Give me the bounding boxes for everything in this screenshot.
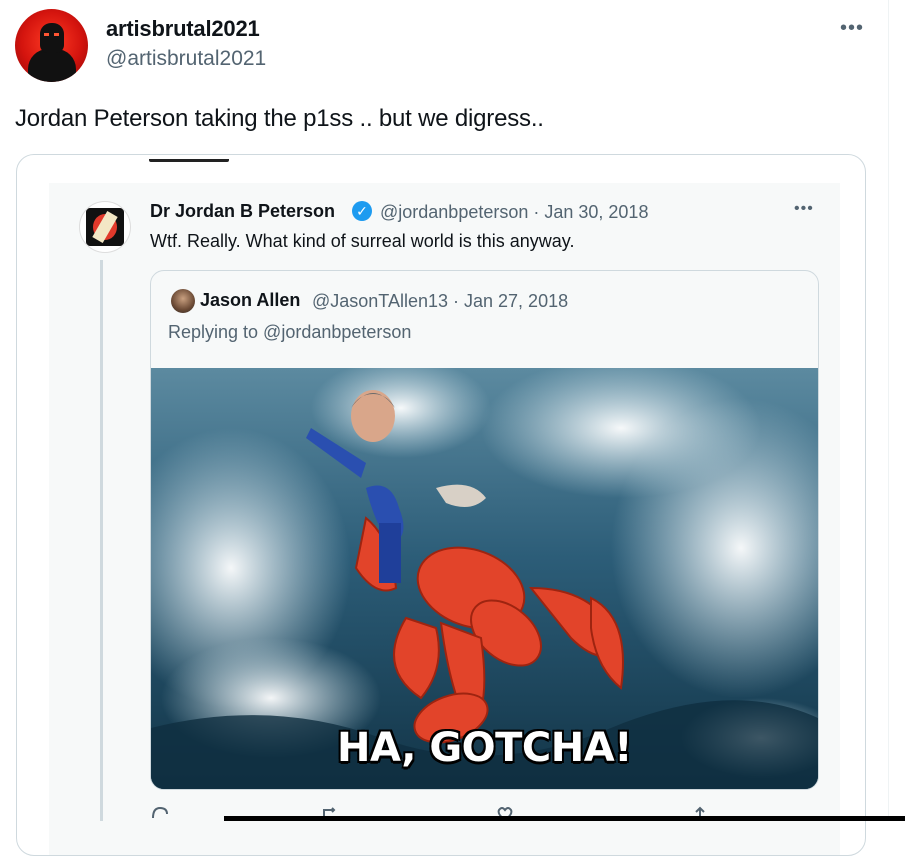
meme-image: HA, GOTCHA! — [151, 368, 818, 789]
display-name[interactable]: artisbrutal2021 — [106, 16, 260, 42]
reply-icon — [150, 806, 174, 820]
embedded-tweet-text: Wtf. Really. What kind of surreal world … — [150, 231, 575, 251]
user-handle[interactable]: @artisbrutal2021 — [106, 47, 266, 71]
embedded-author-name: Dr Jordan B Peterson — [150, 201, 336, 221]
embedded-more-icon: ••• — [794, 200, 814, 217]
timeline-border — [888, 0, 889, 821]
thread-line — [100, 260, 103, 821]
jordan-peterson-avatar — [79, 201, 131, 253]
cropped-text-fragment — [149, 155, 229, 162]
meme-caption: HA, GOTCHA! — [337, 725, 632, 771]
embedded-author-meta: @jordanbpeterson · Jan 30, 2018 — [380, 202, 649, 222]
quoted-author-meta: @JasonTAllen13 · Jan 27, 2018 — [312, 291, 569, 311]
tweet-text: Jordan Peterson taking the p1ss .. but w… — [15, 105, 544, 132]
jason-allen-avatar — [171, 289, 195, 313]
quoted-author-name: Jason Allen — [200, 290, 301, 310]
more-options-icon[interactable]: ••• — [840, 17, 864, 40]
quoted-tweet: Jason Allen @JasonTAllen13 · Jan 27, 201… — [150, 270, 819, 790]
avatar[interactable] — [15, 9, 88, 82]
verified-badge-icon: ✓ — [352, 201, 372, 221]
bottom-bar — [224, 816, 905, 821]
replying-to: Replying to @jordanbpeterson — [168, 322, 412, 342]
